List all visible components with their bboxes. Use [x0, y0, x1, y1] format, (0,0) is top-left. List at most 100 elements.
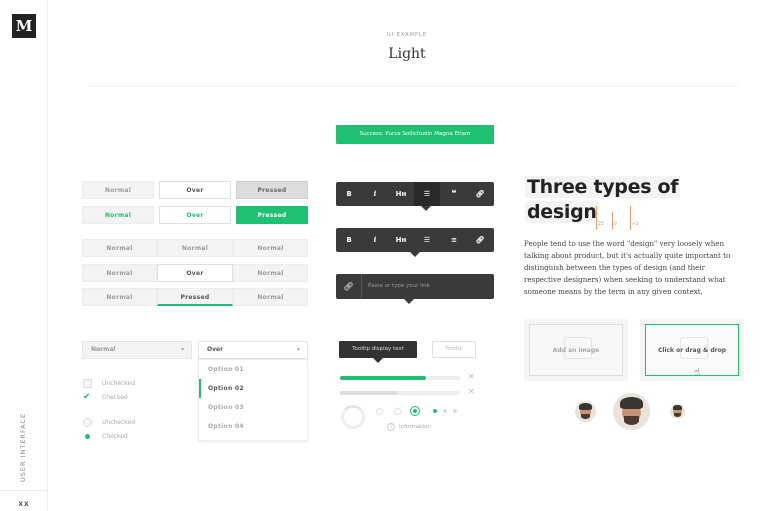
radio-checked[interactable] [83, 432, 92, 441]
loading-spinner [341, 405, 365, 429]
italic-button[interactable]: i [362, 228, 388, 252]
dropdown-option[interactable]: Option 04 [199, 417, 307, 436]
checkbox-unchecked[interactable] [83, 379, 92, 388]
dropdown-normal[interactable]: Normal ▾ [82, 341, 192, 359]
radio-label: Unchecked [102, 419, 136, 426]
toolbar-caret [404, 299, 414, 304]
info-icon: i [387, 423, 395, 431]
italic-button[interactable]: i [362, 182, 388, 206]
dropdown-menu: Option 01 Option 02 Option 03 Option 04 [198, 359, 308, 441]
tooltip-light: Tooltip [432, 341, 476, 358]
quote-icon[interactable]: ❝ [441, 182, 467, 206]
segment-button[interactable]: Normal [157, 239, 233, 257]
pager-dot[interactable] [443, 409, 447, 413]
link-icon: 🔗︎ [336, 274, 362, 299]
button-normal[interactable]: Normal [82, 181, 154, 199]
rail-footer[interactable]: XX [0, 490, 48, 508]
dropzone-label: Click or drag & drop [657, 347, 726, 354]
close-icon[interactable]: ✕ [468, 387, 475, 396]
segment-button[interactable]: Normal [233, 264, 308, 282]
spacing-marker [630, 206, 631, 230]
hand-cursor-icon: ☝ [694, 367, 701, 378]
drag-drop-dropzone[interactable]: Click or drag & drop [645, 324, 739, 376]
spacing-marker-label: 0 [614, 222, 617, 227]
radio-unchecked[interactable] [83, 418, 92, 427]
checkbox-label: Unchecked [102, 380, 136, 387]
spacing-marker [596, 206, 597, 230]
dropzone-label: Add an image [552, 347, 600, 354]
article-headline: Three types of design [525, 175, 681, 225]
list-icon[interactable]: ☰ [414, 182, 440, 206]
dropdown-open[interactable]: Over ▾ [198, 341, 308, 359]
pager-dot[interactable] [453, 409, 457, 413]
loader-dot [376, 408, 383, 415]
progress-fill [340, 376, 427, 380]
green-button-pressed[interactable]: Pressed [236, 206, 308, 224]
close-icon[interactable]: ✕ [468, 372, 475, 381]
button-pressed[interactable]: Pressed [236, 181, 308, 199]
add-image-dropzone[interactable]: Add an image [529, 324, 623, 376]
chevron-down-icon: ▾ [296, 346, 300, 353]
avatar-large[interactable] [613, 393, 650, 430]
avatar-small[interactable] [670, 404, 685, 419]
loader-dot-core [413, 409, 417, 413]
loader-dot [394, 408, 401, 415]
editor-toolbar: B i Hн ☰ ≡ 🔗︎ [336, 228, 494, 252]
heading-button[interactable]: Hн [388, 228, 414, 252]
spacing-marker [612, 212, 613, 230]
dropdown-option-selected[interactable]: Option 02 [199, 379, 307, 398]
checkbox-checked[interactable]: ✔ [83, 393, 92, 402]
green-button-normal[interactable]: Normal [82, 206, 154, 224]
dropdown-option[interactable]: Option 03 [199, 398, 307, 417]
success-alert: Success: Purus Sollicitudin Magna Etiam [336, 125, 494, 144]
segment-button[interactable]: Normal [82, 239, 157, 257]
left-rail: M USER INTERFACE XX [0, 0, 48, 511]
dropdown-value: Normal [91, 346, 116, 353]
page-title: Light [388, 46, 426, 62]
link-input[interactable]: Paste or type your link [368, 274, 430, 299]
page-eyebrow: UI EXAMPLE [386, 32, 427, 38]
dropdown-option[interactable]: Option 01 [199, 360, 307, 379]
tooltip-dark: Tooltip display text [339, 341, 417, 358]
editor-toolbar: B i Hн ☰ ❝ 🔗︎ [336, 182, 494, 206]
spacing-marker-label: +2 [632, 222, 639, 227]
upload-card: Click or drag & drop [640, 319, 744, 381]
progress-bar [340, 376, 460, 380]
spacing-marker-label: 25 [598, 222, 604, 227]
heading-button[interactable]: Hн [388, 182, 414, 206]
headline-line-1: Three types of [525, 176, 681, 198]
info-label: Information [399, 424, 431, 430]
link-input-bar: 🔗︎ Paste or type your link [336, 274, 494, 299]
green-button-over[interactable]: Over [159, 206, 231, 224]
upload-card: Add an image [524, 319, 628, 381]
toolbar-caret [410, 252, 420, 257]
segment-button[interactable]: Normal [82, 288, 157, 306]
avatar-medium[interactable] [575, 401, 596, 422]
headline-line-2: design [525, 201, 599, 223]
link-icon[interactable]: 🔗︎ [467, 182, 493, 206]
radio-label: Checked [102, 433, 128, 440]
medium-logo[interactable]: M [12, 14, 36, 38]
progress-bar [340, 391, 460, 395]
link-icon[interactable]: 🔗︎ [467, 228, 493, 252]
list-icon[interactable]: ☰ [414, 228, 440, 252]
segment-button[interactable]: Normal [82, 264, 157, 282]
toolbar-caret [421, 206, 431, 211]
button-over[interactable]: Over [159, 181, 231, 199]
dropdown-value: Over [207, 346, 224, 353]
segment-button[interactable]: Normal [233, 288, 308, 306]
bold-button[interactable]: B [336, 182, 362, 206]
chevron-down-icon: ▾ [180, 346, 184, 353]
header-divider [88, 86, 738, 87]
article-body: People tend to use the word "design" ver… [524, 239, 731, 296]
numbered-list-icon[interactable]: ≡ [441, 228, 467, 252]
segment-button-over[interactable]: Over [157, 264, 233, 282]
segment-button-pressed[interactable]: Pressed [157, 288, 233, 306]
checkbox-label: Checked [102, 394, 128, 401]
progress-fill [340, 391, 398, 395]
rail-vertical-label: USER INTERFACE [19, 412, 27, 482]
segment-button[interactable]: Normal [233, 239, 308, 257]
pager-dot-active[interactable] [433, 409, 437, 413]
bold-button[interactable]: B [336, 228, 362, 252]
tooltip-caret [373, 358, 383, 363]
